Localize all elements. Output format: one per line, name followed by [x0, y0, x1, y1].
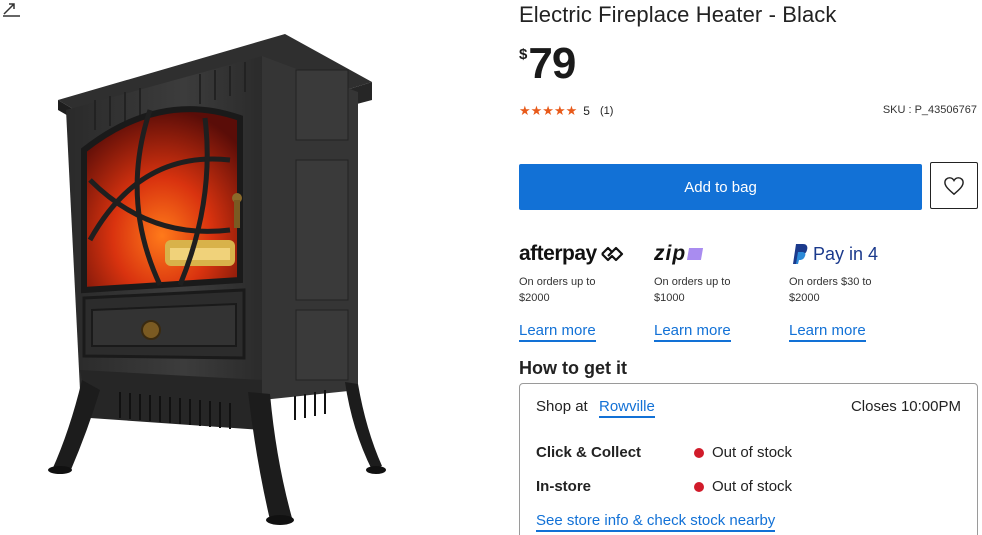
out-of-stock-dot-icon	[694, 481, 704, 492]
in-store-status-text: Out of stock	[712, 478, 793, 495]
heart-icon	[944, 176, 964, 195]
product-image[interactable]	[0, 0, 500, 535]
shop-at-label: Shop at	[536, 398, 588, 415]
store-info-link[interactable]: See store info & check stock nearby	[536, 512, 776, 532]
paypal-icon	[793, 244, 808, 264]
zip-desc-line2: $1000	[654, 292, 685, 304]
afterpay-desc-line2: $2000	[519, 292, 550, 304]
afterpay-logo: afterpay	[519, 240, 649, 268]
click-collect-label: Click & Collect	[536, 444, 642, 461]
payment-option-paypal: Pay in 4 On orders $30 to $2000 Learn mo…	[789, 240, 919, 342]
afterpay-loop-icon	[600, 246, 623, 262]
payment-option-afterpay: afterpay On orders up to $2000 Learn mor…	[519, 240, 649, 342]
zip-accent-icon	[687, 248, 704, 260]
how-to-get-it-heading: How to get it	[519, 358, 627, 378]
expand-icon[interactable]	[0, 0, 22, 18]
product-price: $ 79	[519, 39, 576, 88]
afterpay-desc-line1: On orders up to	[519, 276, 596, 288]
store-closing-time: Closes 10:00PM	[850, 398, 961, 415]
price-amount: 79	[528, 39, 576, 88]
in-store-status: Out of stock	[694, 478, 792, 495]
afterpay-desc: On orders up to $2000	[519, 274, 649, 306]
click-collect-status: Out of stock	[694, 444, 792, 461]
click-collect-status-text: Out of stock	[712, 444, 793, 461]
paypal-desc-line1: On orders $30 to	[789, 276, 872, 288]
currency-symbol: $	[519, 46, 528, 63]
rating-score: 5	[583, 104, 590, 118]
zip-logo: zip	[654, 240, 784, 268]
out-of-stock-dot-icon	[694, 447, 704, 458]
wishlist-button[interactable]	[930, 162, 978, 209]
paypal-logo: Pay in 4	[789, 240, 919, 268]
store-availability-panel: Shop at Rowville Closes 10:00PM Click & …	[519, 383, 978, 535]
fireplace-heater-image	[48, 34, 386, 525]
paypal-desc-line2: $2000	[789, 292, 820, 304]
review-count[interactable]: (1)	[600, 105, 613, 117]
payment-option-zip: zip On orders up to $1000 Learn more	[654, 240, 784, 342]
add-to-bag-button[interactable]: Add to bag	[519, 164, 922, 210]
paypal-learn-more-link[interactable]: Learn more	[789, 322, 866, 342]
rating-stars-icon: ★★★★★	[519, 103, 578, 118]
paypal-desc: On orders $30 to $2000	[789, 274, 919, 306]
store-name-link[interactable]: Rowville	[599, 398, 655, 418]
zip-desc: On orders up to $1000	[654, 274, 784, 306]
paypal-pay-in-4: Pay in 4	[813, 243, 879, 264]
in-store-label: In-store	[536, 478, 592, 495]
zip-learn-more-link[interactable]: Learn more	[654, 322, 731, 342]
product-rating[interactable]: ★★★★★ 5 (1)	[519, 103, 613, 119]
afterpay-learn-more-link[interactable]: Learn more	[519, 322, 596, 342]
zip-brand: zip	[654, 242, 687, 265]
product-title: Electric Fireplace Heater - Black	[519, 2, 837, 27]
sku-label: SKU : P_43506767	[882, 104, 977, 116]
zip-desc-line1: On orders up to	[654, 276, 731, 288]
afterpay-brand: afterpay	[519, 242, 597, 265]
